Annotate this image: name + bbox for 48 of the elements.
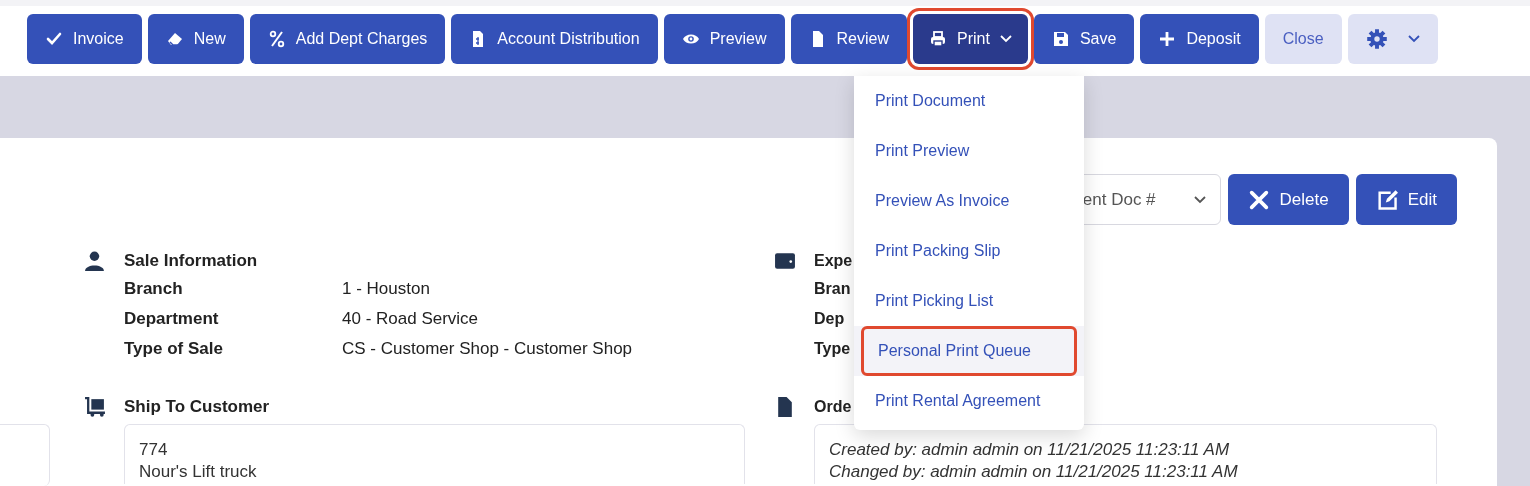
field-label: Type of Sale (124, 338, 224, 361)
menu-item[interactable]: Print Document (861, 76, 1077, 126)
field-value: 1 - Houston (342, 278, 430, 301)
field-label: Bran (814, 279, 851, 299)
field-value: 40 - Road Service (342, 308, 479, 331)
address-line: Nour's Lift truck (139, 461, 258, 483)
edit-icon (1375, 188, 1398, 211)
section-title: Ship To Customer (124, 396, 270, 419)
toolbar-button[interactable]: Preview (663, 14, 785, 64)
audit-line: Changed by: admin admin on 11/21/2025 11:23:11 AM (829, 461, 1239, 483)
section-title: Expe (814, 251, 853, 271)
wallet-icon (774, 250, 796, 272)
toolbar-button[interactable]: Review (790, 14, 908, 64)
menu-item[interactable]: Print Rental Agreement (861, 376, 1077, 426)
section-title: Sale Information (124, 250, 258, 273)
eraser-icon (165, 30, 184, 48)
settings-icon (1365, 28, 1388, 50)
settings-dropdown-button[interactable] (1347, 14, 1438, 64)
toolbar-button[interactable]: New (147, 14, 244, 64)
section-title: Orde (814, 397, 852, 417)
menu-item[interactable]: Print Picking List (861, 276, 1077, 326)
close-icon (1247, 188, 1270, 211)
caret-icon (999, 35, 1012, 43)
printer-icon (929, 30, 948, 48)
caret-icon (1407, 35, 1420, 43)
toolbar-button[interactable]: Account Distribution (451, 14, 658, 64)
menu-item[interactable]: Print Packing Slip (861, 226, 1077, 276)
action-button[interactable]: Delete (1227, 174, 1349, 225)
close-button[interactable]: Close (1264, 14, 1342, 64)
address-line: 774 (139, 439, 169, 461)
toolbar-button[interactable]: Save (1033, 14, 1135, 64)
percent-icon (267, 30, 286, 48)
field-value: CS - Customer Shop - Customer Shop (342, 338, 633, 361)
caret-icon (1193, 195, 1206, 204)
audit-line: Created by: admin admin on 11/21/2025 11:23:11 AM (829, 439, 1231, 461)
toolbar-button[interactable]: Invoice (27, 14, 142, 64)
user-icon (84, 250, 106, 272)
field-label: Branch (124, 278, 184, 301)
field-label: Dep (814, 309, 845, 329)
toolbar-button[interactable]: Deposit (1140, 14, 1259, 64)
menu-item[interactable]: Personal Print Queue (861, 326, 1077, 376)
toolbar-button[interactable]: Add Dept Charges (249, 14, 446, 64)
field-label: Type (814, 339, 851, 359)
plus-icon (1158, 30, 1177, 48)
action-button[interactable]: Edit (1355, 174, 1457, 225)
field-label: Department (124, 308, 220, 331)
dolly-icon (84, 396, 106, 418)
menu-item[interactable]: Print Preview (861, 126, 1077, 176)
